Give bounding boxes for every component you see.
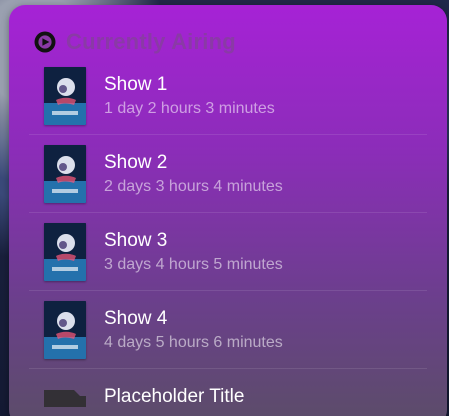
- show-title: Show 1: [104, 74, 168, 95]
- show-title: Show 2: [104, 152, 168, 173]
- list-item[interactable]: Show 4 4 days 5 hours 6 minutes: [9, 291, 447, 369]
- widget-title: Currently Airing: [66, 29, 236, 54]
- widget-header: Currently Airing: [33, 28, 236, 56]
- show-airing-time: 2 days 3 hours 4 minutes: [104, 178, 283, 195]
- item-text: Show 1 1 day 2 hours 3 minutes: [104, 74, 275, 118]
- show-airing-time: 3 days 4 hours 5 minutes: [104, 256, 283, 273]
- list-item[interactable]: Show 2 2 days 3 hours 4 minutes: [9, 135, 447, 213]
- show-thumbnail: [44, 301, 86, 359]
- show-thumbnail: [44, 223, 86, 281]
- show-thumbnail: [44, 67, 86, 125]
- list-item[interactable]: Show 3 3 days 4 hours 5 minutes: [9, 213, 447, 291]
- play-disc-icon: [33, 30, 57, 54]
- item-text: Show 3 3 days 4 hours 5 minutes: [104, 230, 283, 274]
- show-airing-time: 1 day 2 hours 3 minutes: [104, 100, 275, 117]
- show-title: Show 3: [104, 230, 168, 251]
- show-title: Show 4: [104, 308, 168, 329]
- airing-list: Show 1 1 day 2 hours 3 minutes Show 2 2 …: [9, 57, 447, 416]
- placeholder-title: Placeholder Title: [104, 386, 245, 407]
- currently-airing-widget[interactable]: Currently Airing Show 1 1 day 2 hours 3 …: [9, 5, 447, 416]
- item-text: Show 4 4 days 5 hours 6 minutes: [104, 308, 283, 352]
- placeholder-icon: [44, 389, 86, 407]
- show-airing-time: 4 days 5 hours 6 minutes: [104, 334, 283, 351]
- list-item[interactable]: Show 1 1 day 2 hours 3 minutes: [9, 57, 447, 135]
- placeholder-item[interactable]: Placeholder Title: [9, 369, 447, 416]
- item-text: Show 2 2 days 3 hours 4 minutes: [104, 152, 283, 196]
- show-thumbnail: [44, 145, 86, 203]
